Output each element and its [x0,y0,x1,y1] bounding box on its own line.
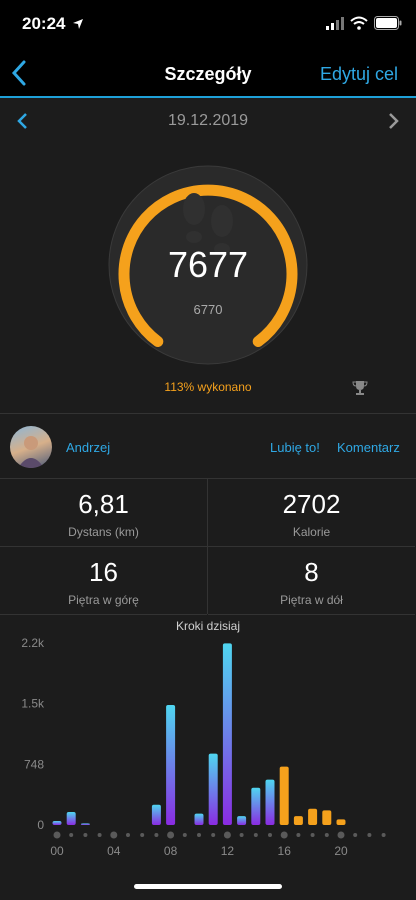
x-axis-dot [223,831,231,839]
steps-goal: 6770 [193,302,223,317]
x-axis-dot [268,833,272,837]
y-tick-label: 1.5k [21,697,45,711]
like-button[interactable]: Lubię to! [270,440,320,455]
x-axis-dot [140,833,145,837]
wifi-icon [350,16,368,30]
x-tick-label: 16 [278,844,292,858]
x-axis-dot [167,831,175,839]
chart-bar [237,816,247,825]
chart-bar [151,804,161,825]
stat-floors-down[interactable]: 8 Piętra w dół [208,547,415,615]
comment-button[interactable]: Komentarz [337,440,400,455]
y-tick-label: 2.2k [21,636,45,650]
next-day-icon[interactable] [388,112,400,130]
stat-label: Dystans (km) [68,525,139,539]
status-bar: 20:24 [0,0,416,50]
x-tick-label: 08 [164,844,178,858]
chart-bar [279,766,289,825]
chart-bar [208,753,218,825]
stat-label: Piętra w dół [280,593,343,607]
x-axis-dot [83,833,88,837]
chart-bar [66,812,76,825]
chart-bar [308,808,318,825]
chart-bar [222,643,232,825]
chart-bar [166,704,176,825]
social-row: Andrzej Lubię to! Komentarz [0,413,416,479]
x-axis-dot [280,831,288,839]
stat-value: 16 [89,557,118,587]
x-axis-dot [197,833,201,837]
x-axis-dot [154,833,159,837]
x-axis-dot [97,833,102,837]
stat-value: 2702 [282,489,341,519]
user-name-link[interactable]: Andrzej [66,440,110,455]
stat-distance[interactable]: 6,81 Dystans (km) [0,479,207,547]
home-indicator [134,884,282,889]
x-axis-dot [324,833,329,837]
stat-label: Piętra w górę [68,593,139,607]
x-axis-dot [211,833,216,837]
stat-value: 8 [304,557,319,587]
x-tick-label: 20 [334,844,348,858]
stats-divider [207,479,208,614]
x-axis-dot [110,831,118,839]
x-axis-dot [239,833,244,837]
x-axis-dot [69,833,74,837]
chart-bar [336,819,346,825]
battery-icon [374,16,402,30]
x-axis-dot [367,833,372,837]
nav-bar: Szczegóły Edytuj cel [0,50,416,98]
x-axis-dot [253,833,258,837]
stat-floors-up[interactable]: 16 Piętra w górę [0,547,207,615]
status-time: 20:24 [22,14,66,33]
y-tick-label: 748 [24,757,44,771]
trophy-icon [352,381,368,395]
steps-bar-chart: 2.2k 1.5k 748 0 00 04 08 12 16 20 [21,636,386,858]
edit-goal-button[interactable]: Edytuj cel [320,64,398,85]
steps-count: 7677 [167,244,249,285]
x-axis-dot [337,831,345,839]
date-label: 19.12.2019 [167,112,249,129]
stat-value: 6,81 [78,489,129,519]
x-axis-dot [53,831,61,839]
cellular-signal-icon [326,17,344,30]
location-arrow-icon [73,19,83,29]
x-tick-label: 12 [221,844,235,858]
chart-bar [265,779,275,825]
y-tick-label: 0 [37,818,44,832]
chart-bar [80,823,90,825]
chart-bar [293,816,303,825]
x-axis-dot [381,833,386,837]
x-axis-dot [353,833,358,837]
chart-bar [322,810,332,825]
stat-label: Kalorie [292,525,331,539]
chart-bar [251,787,261,825]
chart-bar [52,820,62,825]
avatar[interactable] [10,426,52,468]
x-tick-label: 00 [50,844,64,858]
x-axis-dot [182,833,187,837]
x-axis-dot [126,833,130,837]
x-axis-dot [310,833,315,837]
stat-calories[interactable]: 2702 Kalorie [208,479,415,547]
x-axis-dot [296,833,301,837]
chart-bar [194,813,204,825]
x-tick-label: 04 [107,844,121,858]
